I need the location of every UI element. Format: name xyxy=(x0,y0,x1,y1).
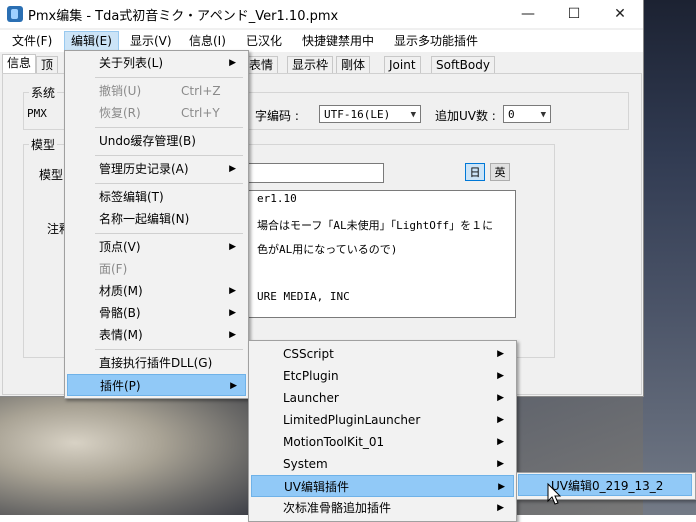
plugin-submenu: CSScript ▶ EtcPlugin ▶ Launcher ▶ LimitedPl… xyxy=(248,340,517,522)
encoding-select[interactable]: UTF-16(LE) ▼ xyxy=(319,105,421,123)
menu-item-uv-edit-0-219-13-2[interactable]: UV编辑0_219_13_2 xyxy=(518,474,692,496)
menu-separator xyxy=(95,183,243,184)
chevron-right-icon: ▶ xyxy=(498,482,505,492)
tab-display-frame[interactable]: 显示枠 xyxy=(287,56,334,74)
menu-item-uv-edit-plugin[interactable]: UV编辑插件 ▶ xyxy=(251,475,514,497)
chevron-right-icon: ▶ xyxy=(497,349,504,359)
chevron-right-icon: ▶ xyxy=(229,58,236,68)
menu-file[interactable]: 文件(F) xyxy=(6,32,58,50)
chevron-down-icon: ▼ xyxy=(410,110,416,120)
menu-shortcut-disabled[interactable]: 快捷键禁用中 xyxy=(296,32,380,50)
close-button[interactable]: ✕ xyxy=(597,0,643,28)
menu-separator xyxy=(95,77,243,78)
title-bar[interactable]: Pmx编集 - Tda式初音ミク・アペンド_Ver1.10.pmx — ☐ ✕ xyxy=(0,0,643,28)
menu-separator xyxy=(95,349,243,350)
menu-item-face[interactable]: 面(F) xyxy=(67,258,244,280)
window-title: Pmx编集 - Tda式初音ミク・アペンド_Ver1.10.pmx xyxy=(28,9,339,24)
desktop-wallpaper-art xyxy=(0,395,250,515)
uv-count-value: 0 xyxy=(508,108,515,121)
comment-line: 場合はモーフ「AL未使用」「LightOff」を１に xyxy=(257,219,494,232)
edit-menu: 关于列表(L) ▶ 撤销(U) Ctrl+Z 恢复(R) Ctrl+Y Undo缓存管… xyxy=(64,50,249,399)
menu-bar: 文件(F) 编辑(E) 显示(V) 信息(I) 已汉化 快捷键禁用中 显示多功能… xyxy=(0,30,643,52)
menu-item-limited-plugin-launcher[interactable]: LimitedPluginLauncher ▶ xyxy=(251,409,512,431)
model-name-label: 模型 xyxy=(39,168,64,182)
comment-line: 色がAL用になっているので) xyxy=(257,243,398,256)
encoding-label: 字编码 : xyxy=(255,109,299,123)
uv-count-label: 追加UV数 : xyxy=(435,109,496,123)
chevron-right-icon: ▶ xyxy=(229,308,236,318)
menu-item-plugin[interactable]: 插件(P) ▶ xyxy=(67,374,246,396)
menu-item-bone[interactable]: 骨骼(B) ▶ xyxy=(67,302,244,324)
chevron-right-icon: ▶ xyxy=(497,503,504,513)
chevron-right-icon: ▶ xyxy=(497,371,504,381)
menu-item-batch-rename[interactable]: 名称一起编辑(N) xyxy=(67,208,244,230)
menu-item-undo-cache[interactable]: Undo缓存管理(B) xyxy=(67,130,244,152)
chevron-right-icon: ▶ xyxy=(230,381,237,391)
tab-vertex[interactable]: 顶 xyxy=(36,56,59,74)
chevron-right-icon: ▶ xyxy=(497,415,504,425)
tab-joint[interactable]: Joint xyxy=(384,56,421,74)
system-group-label: 系统 xyxy=(29,84,58,101)
menu-item-morph[interactable]: 表情(M) ▶ xyxy=(67,324,244,346)
model-name-input[interactable] xyxy=(243,163,384,183)
menu-separator xyxy=(95,127,243,128)
menu-item-run-plugin-dll[interactable]: 直接执行插件DLL(G) xyxy=(67,352,244,374)
lang-jp-toggle[interactable]: 日 xyxy=(465,163,485,181)
menu-info[interactable]: 信息(I) xyxy=(183,32,232,50)
mouse-cursor-icon xyxy=(547,482,562,505)
menu-item-launcher[interactable]: Launcher ▶ xyxy=(251,387,512,409)
menu-item-list-settings[interactable]: 关于列表(L) ▶ xyxy=(67,52,244,74)
menu-item-system[interactable]: System ▶ xyxy=(251,453,512,475)
chevron-right-icon: ▶ xyxy=(497,437,504,447)
chevron-right-icon: ▶ xyxy=(229,286,236,296)
menu-separator xyxy=(95,155,243,156)
minimize-button[interactable]: — xyxy=(505,0,551,28)
menu-separator xyxy=(95,233,243,234)
menu-item-history[interactable]: 管理历史记录(A) ▶ xyxy=(67,158,244,180)
chevron-right-icon: ▶ xyxy=(229,330,236,340)
maximize-button[interactable]: ☐ xyxy=(551,0,597,28)
lang-en-toggle[interactable]: 英 xyxy=(490,163,510,181)
tab-rigid-body[interactable]: 剛体 xyxy=(336,56,371,74)
menu-item-undo[interactable]: 撤销(U) Ctrl+Z xyxy=(67,80,244,102)
comment-line: er1.10 xyxy=(257,192,297,205)
encoding-value: UTF-16(LE) xyxy=(324,108,391,121)
menu-item-sub-standard-bone[interactable]: 次标准骨骼追加插件 ▶ xyxy=(251,497,512,519)
uv-edit-submenu: UV编辑0_219_13_2 xyxy=(516,472,696,500)
chevron-right-icon: ▶ xyxy=(497,393,504,403)
app-icon xyxy=(7,6,23,22)
menu-item-motion-toolkit[interactable]: MotionToolKit_01 ▶ xyxy=(251,431,512,453)
uv-count-select[interactable]: 0 ▼ xyxy=(503,105,551,123)
menu-item-material[interactable]: 材质(M) ▶ xyxy=(67,280,244,302)
menu-item-csscript[interactable]: CSScript ▶ xyxy=(251,343,512,365)
menu-item-tag-edit[interactable]: 标签编辑(T) xyxy=(67,186,244,208)
chevron-right-icon: ▶ xyxy=(229,242,236,252)
menu-localized[interactable]: 已汉化 xyxy=(240,32,288,50)
menu-item-etcplugin[interactable]: EtcPlugin ▶ xyxy=(251,365,512,387)
tab-morph[interactable]: 表情 xyxy=(244,56,279,74)
tab-info[interactable]: 信息 xyxy=(2,54,37,74)
menu-item-vertex[interactable]: 顶点(V) ▶ xyxy=(67,236,244,258)
menu-show-plugins[interactable]: 显示多功能插件 xyxy=(388,32,484,50)
tab-softbody[interactable]: SoftBody xyxy=(431,56,495,74)
model-group-label: 模型 xyxy=(29,136,58,153)
comment-line: URE MEDIA, INC xyxy=(257,290,350,303)
menu-item-redo[interactable]: 恢复(R) Ctrl+Y xyxy=(67,102,244,124)
system-format: PMX xyxy=(27,107,47,120)
menu-view[interactable]: 显示(V) xyxy=(124,32,178,50)
menu-edit[interactable]: 编辑(E) xyxy=(64,31,119,51)
desktop-wallpaper-right xyxy=(643,0,696,515)
chevron-right-icon: ▶ xyxy=(229,164,236,174)
chevron-down-icon: ▼ xyxy=(540,110,546,120)
chevron-right-icon: ▶ xyxy=(497,459,504,469)
